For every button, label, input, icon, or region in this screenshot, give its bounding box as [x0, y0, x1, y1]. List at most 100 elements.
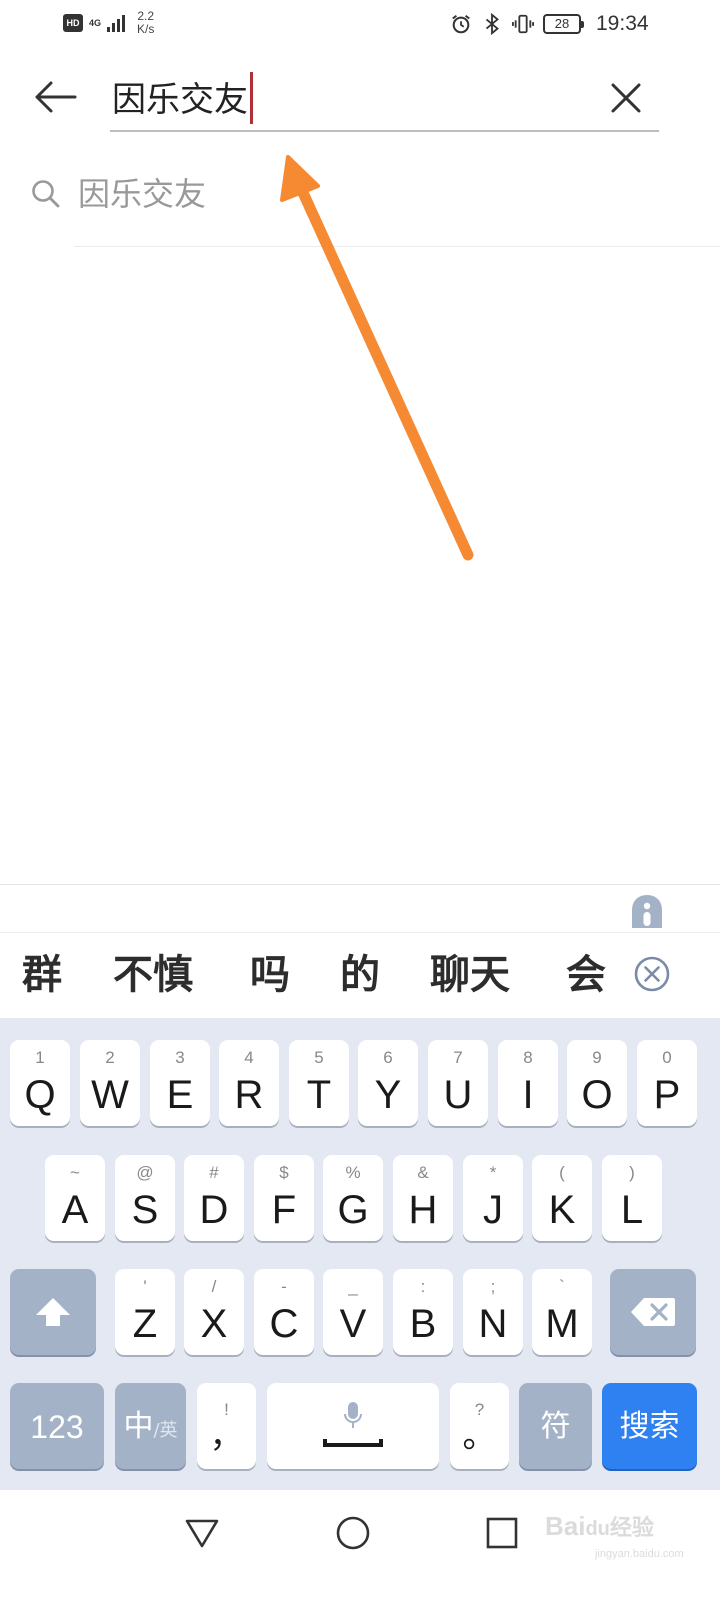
- key-e[interactable]: 3E: [150, 1040, 210, 1126]
- key-sub-label: $: [279, 1163, 289, 1182]
- key-t[interactable]: 5T: [289, 1040, 349, 1126]
- key-sub-label: 4: [244, 1048, 254, 1067]
- suggestion-text: 因乐交友: [78, 175, 207, 213]
- bluetooth-icon: [485, 13, 499, 35]
- candidate-word[interactable]: 聊天: [430, 949, 510, 1001]
- key-label: A: [61, 1188, 89, 1232]
- vibrate-icon: [512, 14, 534, 34]
- key-label: B: [409, 1302, 437, 1346]
- status-left: HD 4G 2.2 K/s: [63, 10, 154, 36]
- search-suggestion-item[interactable]: 因乐交友: [0, 150, 720, 248]
- key-sub-label: 2: [105, 1048, 115, 1067]
- clear-search-button[interactable]: [604, 76, 648, 120]
- space-key[interactable]: [267, 1383, 439, 1469]
- candidate-word[interactable]: 不慎: [113, 949, 193, 1001]
- key-o[interactable]: 9O: [567, 1040, 627, 1126]
- key-sub-label: 5: [314, 1048, 324, 1067]
- key-d[interactable]: # D: [184, 1155, 244, 1241]
- key-sub-label: 3: [175, 1048, 185, 1067]
- circle-home-icon: [336, 1516, 370, 1550]
- comma-key[interactable]: !，: [197, 1383, 256, 1469]
- key-h[interactable]: & H: [393, 1155, 453, 1241]
- divider: [74, 246, 720, 247]
- key-label: W: [91, 1073, 129, 1117]
- symbols-key[interactable]: 符: [519, 1383, 592, 1469]
- watermark-domain: jingyan.baidu.com: [595, 1548, 684, 1560]
- shift-key[interactable]: [10, 1269, 96, 1355]
- language-switch-key[interactable]: 中/英: [115, 1383, 186, 1469]
- key-f[interactable]: $ F: [254, 1155, 314, 1241]
- period-key[interactable]: ?。: [450, 1383, 509, 1469]
- key-p[interactable]: 0P: [637, 1040, 697, 1126]
- language-label: 中/英: [115, 1407, 186, 1451]
- network-speed: 2.2 K/s: [137, 10, 154, 36]
- key-a[interactable]: ~ A: [45, 1155, 105, 1241]
- key-i[interactable]: 8I: [498, 1040, 558, 1126]
- search-key-label: 搜索: [619, 1409, 680, 1444]
- key-label: ，: [209, 1417, 244, 1455]
- key-sub-label: :: [420, 1277, 426, 1296]
- key-k[interactable]: (K: [532, 1155, 592, 1241]
- key-label: K: [548, 1188, 576, 1232]
- key-w[interactable]: 2W: [80, 1040, 140, 1126]
- key-q[interactable]: 1Q: [10, 1040, 70, 1126]
- candidate-word[interactable]: 会: [566, 949, 606, 1001]
- key-l[interactable]: ) L: [602, 1155, 662, 1241]
- lang-main-label: 中: [123, 1409, 154, 1444]
- key-label: X: [200, 1302, 228, 1346]
- battery-indicator: 28: [543, 14, 584, 34]
- key-label: I: [522, 1073, 534, 1117]
- key-z[interactable]: ' Z: [115, 1269, 175, 1355]
- key-label: G: [337, 1188, 369, 1232]
- back-button[interactable]: [30, 74, 80, 120]
- shift-arrow-icon: [36, 1298, 70, 1326]
- key-n[interactable]: ; N: [463, 1269, 523, 1355]
- key-label: H: [408, 1188, 438, 1232]
- search-input[interactable]: 因乐交友: [110, 68, 659, 132]
- key-b[interactable]: :B: [393, 1269, 453, 1355]
- key-label: P: [653, 1073, 681, 1117]
- key-label: O: [581, 1073, 613, 1117]
- key-c[interactable]: -C: [254, 1269, 314, 1355]
- status-right: 28 19:34: [450, 12, 649, 36]
- search-icon: [32, 180, 60, 208]
- key-sub-label: &: [417, 1163, 429, 1182]
- square-recents-icon: [486, 1517, 518, 1549]
- key-sub-label: /: [211, 1277, 217, 1296]
- status-bar: HD 4G 2.2 K/s 28 19:34: [0, 0, 720, 48]
- key-label: N: [478, 1302, 508, 1346]
- candidate-word[interactable]: 的: [340, 949, 380, 1001]
- key-sub-label: @: [136, 1163, 154, 1182]
- key-g[interactable]: % G: [323, 1155, 383, 1241]
- search-key[interactable]: 搜索: [602, 1383, 697, 1469]
- key-sub-label: 1: [35, 1048, 45, 1067]
- key-j[interactable]: * J: [463, 1155, 523, 1241]
- key-label: U: [443, 1073, 473, 1117]
- key-u[interactable]: 7U: [428, 1040, 488, 1126]
- candidate-word[interactable]: 群: [22, 949, 62, 1001]
- numbers-key[interactable]: 123: [10, 1383, 104, 1469]
- key-r[interactable]: 4R: [219, 1040, 279, 1126]
- collapse-candidates-icon[interactable]: [633, 955, 671, 993]
- signal-icon: [107, 14, 126, 32]
- key-sub-label: ): [629, 1163, 635, 1182]
- key-m[interactable]: ` M: [532, 1269, 592, 1355]
- key-sub-label: 6: [383, 1048, 393, 1067]
- keyboard-logo-icon[interactable]: [628, 892, 666, 930]
- key-y[interactable]: 6Y: [358, 1040, 418, 1126]
- nav-home-button[interactable]: [328, 1508, 378, 1558]
- numbers-key-label: 123: [30, 1409, 84, 1445]
- backspace-key[interactable]: [610, 1269, 696, 1355]
- key-sub-label: *: [489, 1163, 497, 1182]
- close-icon: [611, 83, 641, 113]
- nav-back-button[interactable]: [177, 1508, 227, 1558]
- key-label: J: [483, 1188, 503, 1232]
- nav-recents-button[interactable]: [477, 1508, 527, 1558]
- candidate-word[interactable]: 吗: [250, 949, 290, 1001]
- key-x[interactable]: / X: [184, 1269, 244, 1355]
- key-label: Z: [132, 1302, 158, 1346]
- key-label: S: [131, 1188, 159, 1232]
- key-s[interactable]: @ S: [115, 1155, 175, 1241]
- key-v[interactable]: _ V: [323, 1269, 383, 1355]
- key-label: C: [269, 1302, 299, 1346]
